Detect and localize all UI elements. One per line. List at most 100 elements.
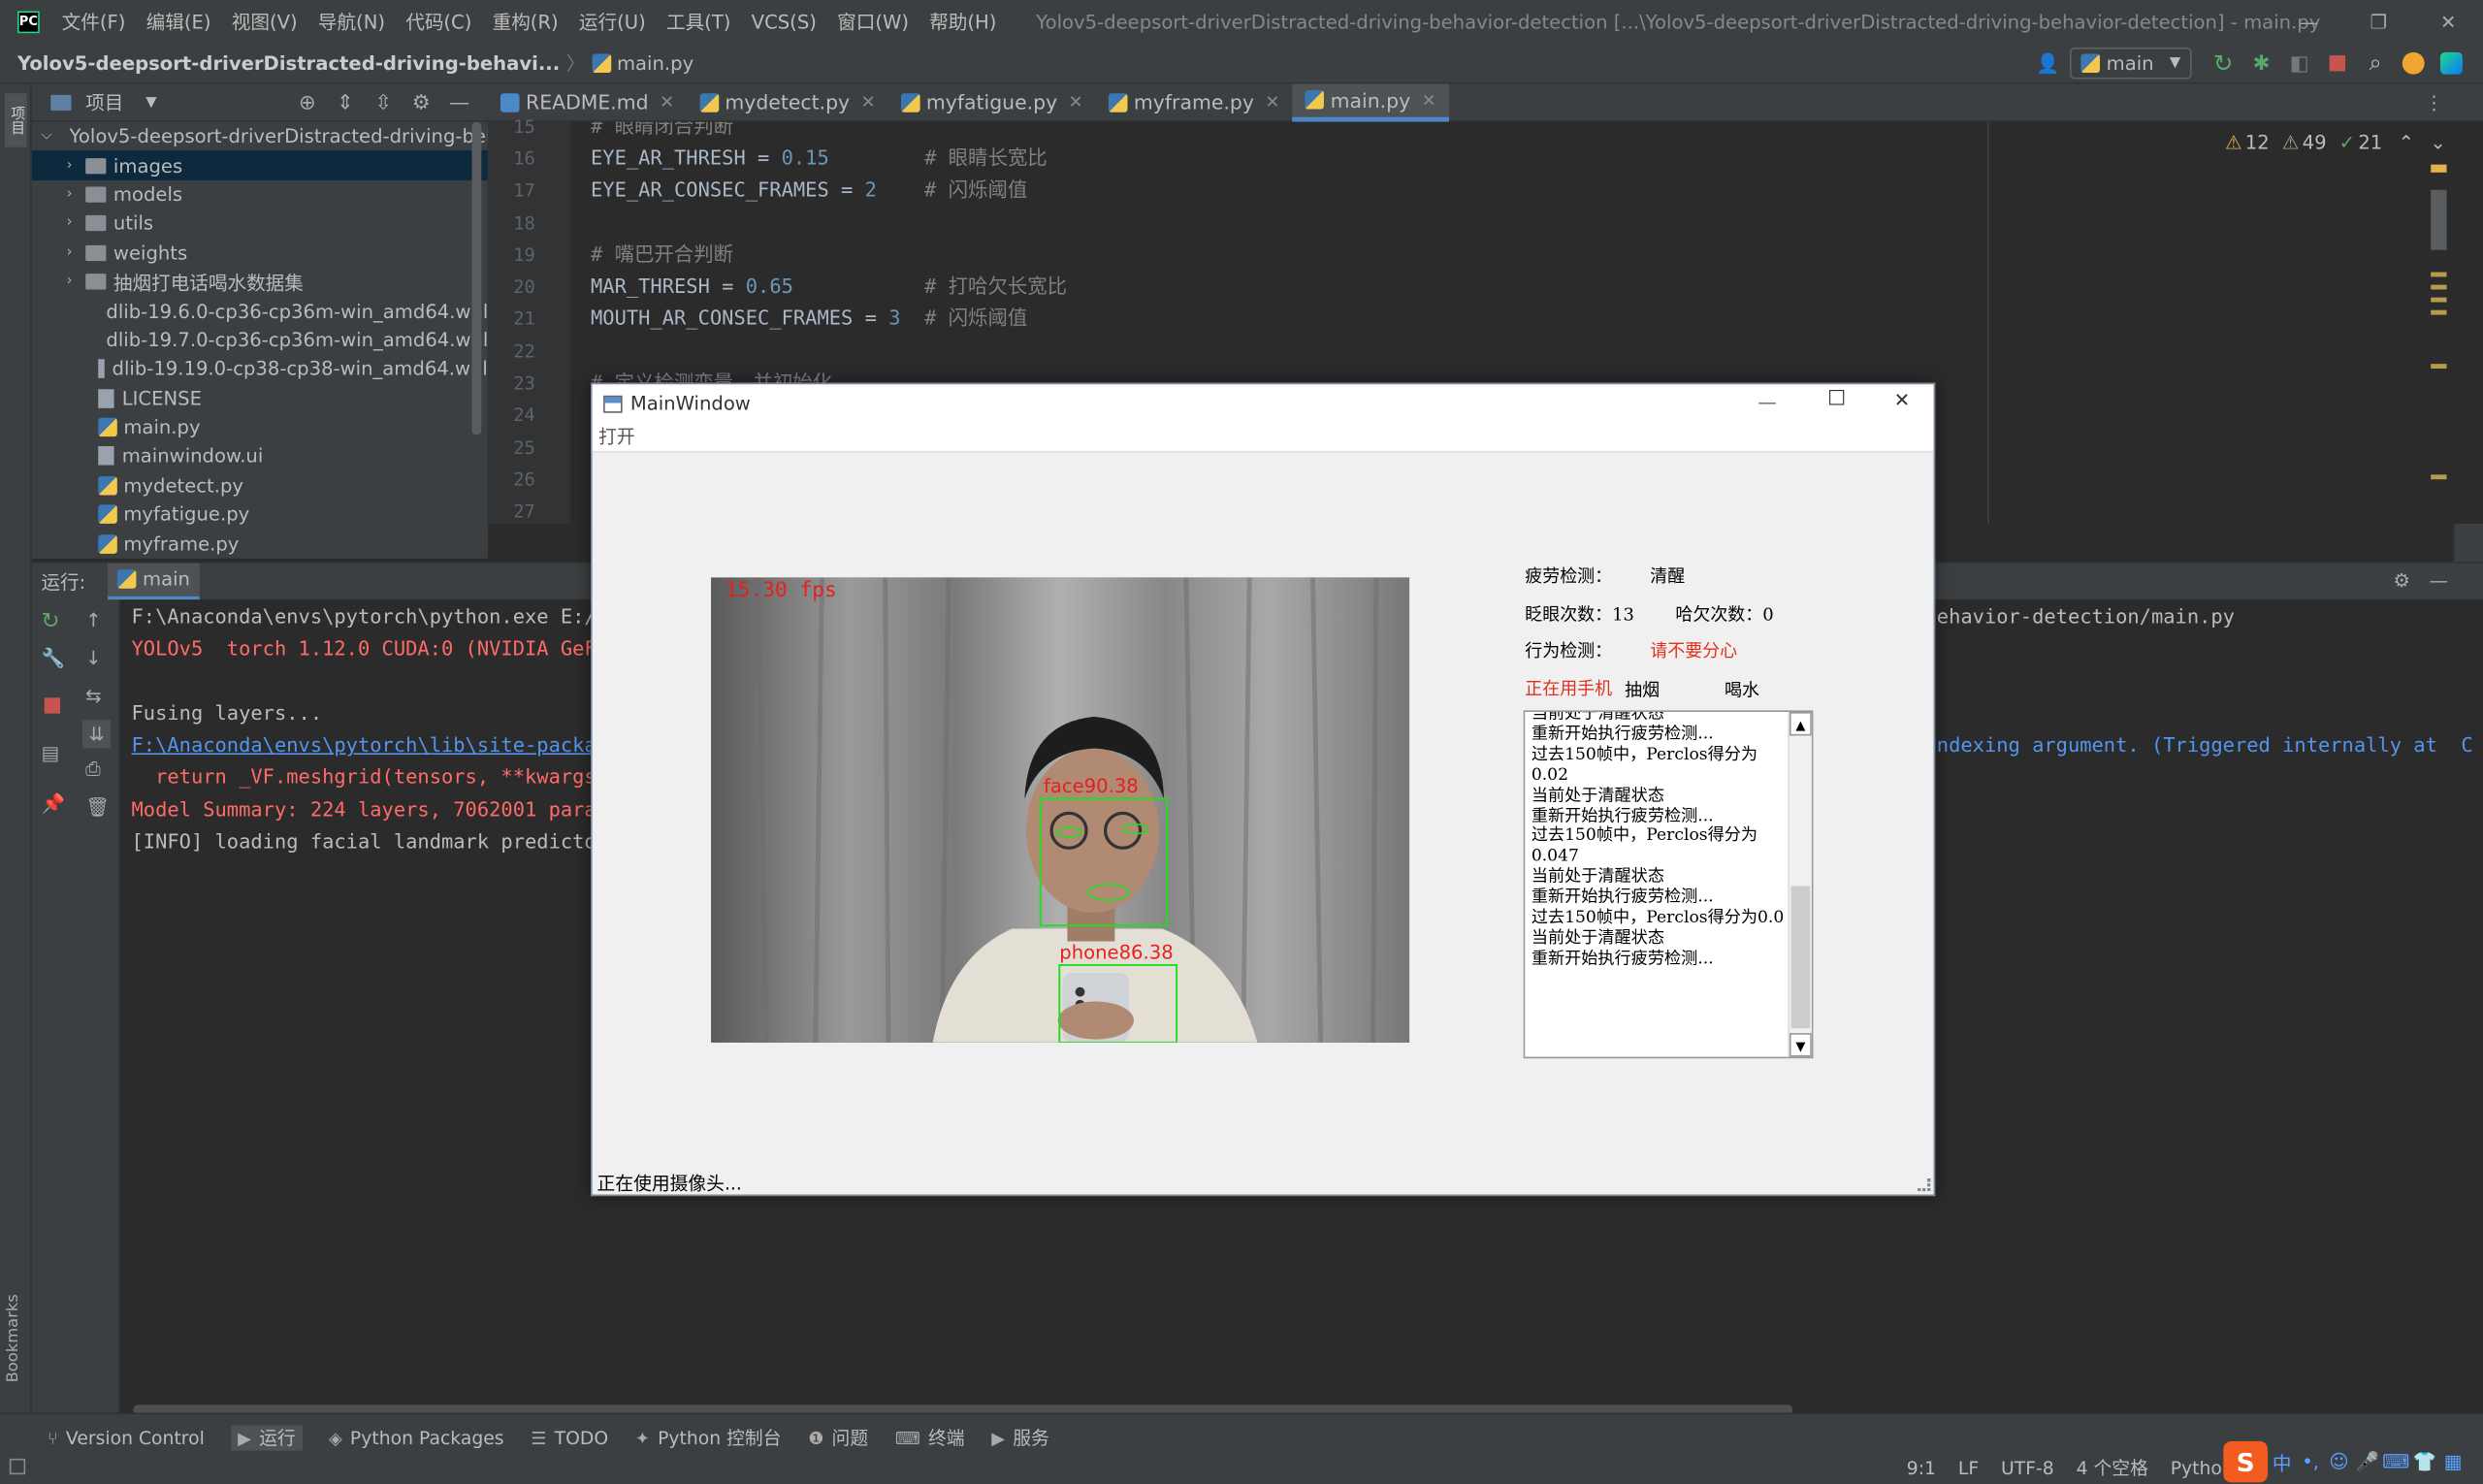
coverage-icon[interactable]: ◧ [2280, 51, 2318, 75]
gear-icon[interactable]: ⚙ [403, 91, 440, 114]
status-item[interactable]: 4 个空格 [2077, 1456, 2148, 1481]
layout-icon[interactable]: ▤ [41, 742, 59, 764]
editor-tab[interactable]: mydetect.py ✕ [687, 83, 888, 121]
rerun-icon[interactable]: ↻ [41, 609, 59, 634]
scroll-thumb[interactable] [1790, 886, 1811, 1029]
hide-icon[interactable]: — [440, 91, 478, 114]
restore-icon[interactable]: ❐ [2343, 11, 2413, 33]
breadcrumb-project[interactable]: Yolov5-deepsort-driverDistracted-driving… [17, 51, 560, 74]
rerun-icon[interactable]: ↻ [2205, 49, 2242, 78]
menu-item[interactable]: 重构(R) [493, 8, 559, 35]
tree-scrollbar[interactable] [471, 121, 482, 436]
project-tool-button[interactable]: 项目 [4, 93, 27, 147]
chevron-down-icon[interactable]: ⌄ [2430, 131, 2445, 153]
status-item[interactable]: UTF-8 [2001, 1457, 2054, 1479]
menu-open[interactable]: 打开 [598, 424, 635, 449]
editor-tab[interactable]: myframe.py ✕ [1096, 83, 1293, 121]
skin-icon[interactable]: 👕 [2410, 1451, 2438, 1473]
tree-item[interactable]: › weights [32, 239, 488, 268]
tool-window-button[interactable]: ▶ 服务 [991, 1426, 1049, 1451]
tool-window-button[interactable]: ⌨ 终端 [895, 1426, 965, 1451]
tool-window-button[interactable]: ◈ Python Packages [329, 1427, 504, 1449]
breadcrumb-file[interactable]: main.py [617, 51, 693, 74]
close-tab-icon[interactable]: ✕ [1422, 89, 1436, 110]
status-item[interactable]: LF [1958, 1457, 1979, 1479]
menu-item[interactable]: 窗口(W) [837, 8, 909, 35]
tool-window-button[interactable]: ❶ 问题 [808, 1426, 868, 1451]
search-icon[interactable]: ⌕ [2356, 50, 2394, 76]
minimize-icon[interactable]: — [2274, 11, 2344, 33]
stop-icon[interactable] [44, 697, 61, 714]
sogou-ime-icon[interactable]: S [2223, 1440, 2269, 1483]
menu-item[interactable]: 代码(C) [405, 8, 471, 35]
tree-item[interactable]: myfatigue.py [32, 500, 488, 530]
tree-item[interactable]: LICENSE [32, 384, 488, 413]
soft-wrap-icon[interactable]: ⇆ [85, 685, 101, 707]
run-tab-main[interactable]: main [108, 562, 200, 601]
up-arrow-icon[interactable]: ↑ [85, 609, 101, 631]
chevron-down-icon[interactable]: ▼ [145, 94, 156, 110]
editor-tab[interactable]: myfatigue.py ✕ [888, 83, 1096, 121]
menu-item[interactable]: 运行(U) [579, 8, 646, 35]
minimize-icon[interactable]: — [1757, 391, 1777, 413]
tree-item[interactable]: myframe.py [32, 530, 488, 559]
chevron-up-icon[interactable]: ⌃ [2399, 131, 2414, 153]
ime-mode-icon[interactable]: 中 [2268, 1448, 2296, 1475]
tool-window-button[interactable]: ☰ TODO [531, 1427, 608, 1449]
gear-icon[interactable]: ⚙ [2393, 569, 2410, 592]
close-tab-icon[interactable]: ✕ [1265, 92, 1279, 113]
emoji-icon[interactable]: ☺ [2325, 1451, 2353, 1473]
close-icon[interactable]: ✕ [2413, 11, 2483, 33]
menu-item[interactable]: 帮助(H) [929, 8, 996, 35]
down-arrow-icon[interactable]: ↓ [85, 647, 101, 669]
expand-all-icon[interactable]: ⇕ [326, 91, 364, 114]
menu-item[interactable]: 视图(V) [232, 8, 298, 35]
tree-item[interactable]: › 抽烟打电话喝水数据集 [32, 268, 488, 297]
print-icon[interactable]: ⎙ [85, 758, 101, 781]
close-tab-icon[interactable]: ✕ [861, 92, 876, 113]
status-item[interactable]: 9:1 [1907, 1457, 1936, 1479]
bookmarks-tool-button[interactable]: Bookmarks [5, 1294, 22, 1382]
menu-item[interactable]: 工具(T) [666, 8, 730, 35]
more-tabs-icon[interactable]: ⋮ [2423, 87, 2445, 119]
tree-item[interactable]: mydetect.py [32, 471, 488, 500]
tree-item[interactable]: dlib-19.6.0-cp36-cp36m-win_amd64.whl [32, 297, 487, 326]
pin-icon[interactable]: 📌 [41, 792, 64, 815]
tree-item[interactable]: mainwindow.ui [32, 442, 488, 471]
log-text-box[interactable]: 当前处于清醒状态 重新开始执行疲劳检测... 过去150帧中，Perclos得分为 0… [1523, 710, 1814, 1059]
hide-icon[interactable]: — [2430, 569, 2449, 592]
locate-icon[interactable]: ⊕ [288, 91, 326, 114]
scroll-down-arrow-icon[interactable]: ▼ [1789, 1033, 1812, 1057]
trash-icon[interactable]: 🗑 [85, 795, 110, 818]
tree-item[interactable]: main.py [32, 413, 488, 442]
tree-item[interactable]: › utils [32, 210, 488, 239]
stop-icon[interactable] [2318, 55, 2356, 72]
mic-icon[interactable]: 🎤 [2353, 1451, 2381, 1473]
tool-window-button[interactable]: ▶ 运行 [231, 1425, 303, 1451]
scroll-end-icon[interactable]: ⇊ [81, 720, 112, 749]
tool-window-button[interactable]: ✦ Python 控制台 [635, 1426, 782, 1451]
debug-icon[interactable]: ✱ [2242, 51, 2280, 75]
update-icon[interactable] [2395, 51, 2433, 75]
ime-punct-icon[interactable]: •, [2296, 1451, 2324, 1473]
close-tab-icon[interactable]: ✕ [1069, 92, 1083, 113]
tree-item[interactable]: › images [31, 150, 488, 180]
tree-item[interactable]: dlib-19.19.0-cp38-cp38-win_amd64.whl [32, 355, 488, 384]
run-config-select[interactable]: main ▼ [2070, 47, 2192, 80]
project-panel-title[interactable]: 项目 [85, 88, 123, 115]
menu-item[interactable]: 编辑(E) [146, 8, 211, 35]
scroll-up-arrow-icon[interactable]: ▲ [1789, 711, 1812, 736]
tree-root[interactable]: ⌵ Yolov5-deepsort-driverDistracted-drivi… [32, 122, 487, 151]
bottom-left-square-icon[interactable] [9, 1458, 26, 1475]
editor-tab[interactable]: main.py ✕ [1292, 82, 1449, 121]
user-icon[interactable]: 👤 [2025, 52, 2070, 75]
wrench-icon[interactable]: 🔧 [41, 647, 64, 669]
menu-item[interactable]: VCS(S) [752, 11, 817, 33]
keyboard-icon[interactable]: ⌨ [2382, 1451, 2410, 1473]
plugin-icon[interactable] [2433, 51, 2470, 75]
inspection-widget[interactable]: ⚠ 12 ⚠ 49 ✓ 21 ⌃ ⌄ [2225, 130, 2446, 155]
tool-window-button[interactable]: ⑂ Version Control [48, 1427, 205, 1449]
log-scrollbar[interactable]: ▲ ▼ [1788, 711, 1812, 1057]
close-tab-icon[interactable]: ✕ [660, 92, 674, 113]
grid-icon[interactable]: ▦ [2438, 1451, 2467, 1473]
